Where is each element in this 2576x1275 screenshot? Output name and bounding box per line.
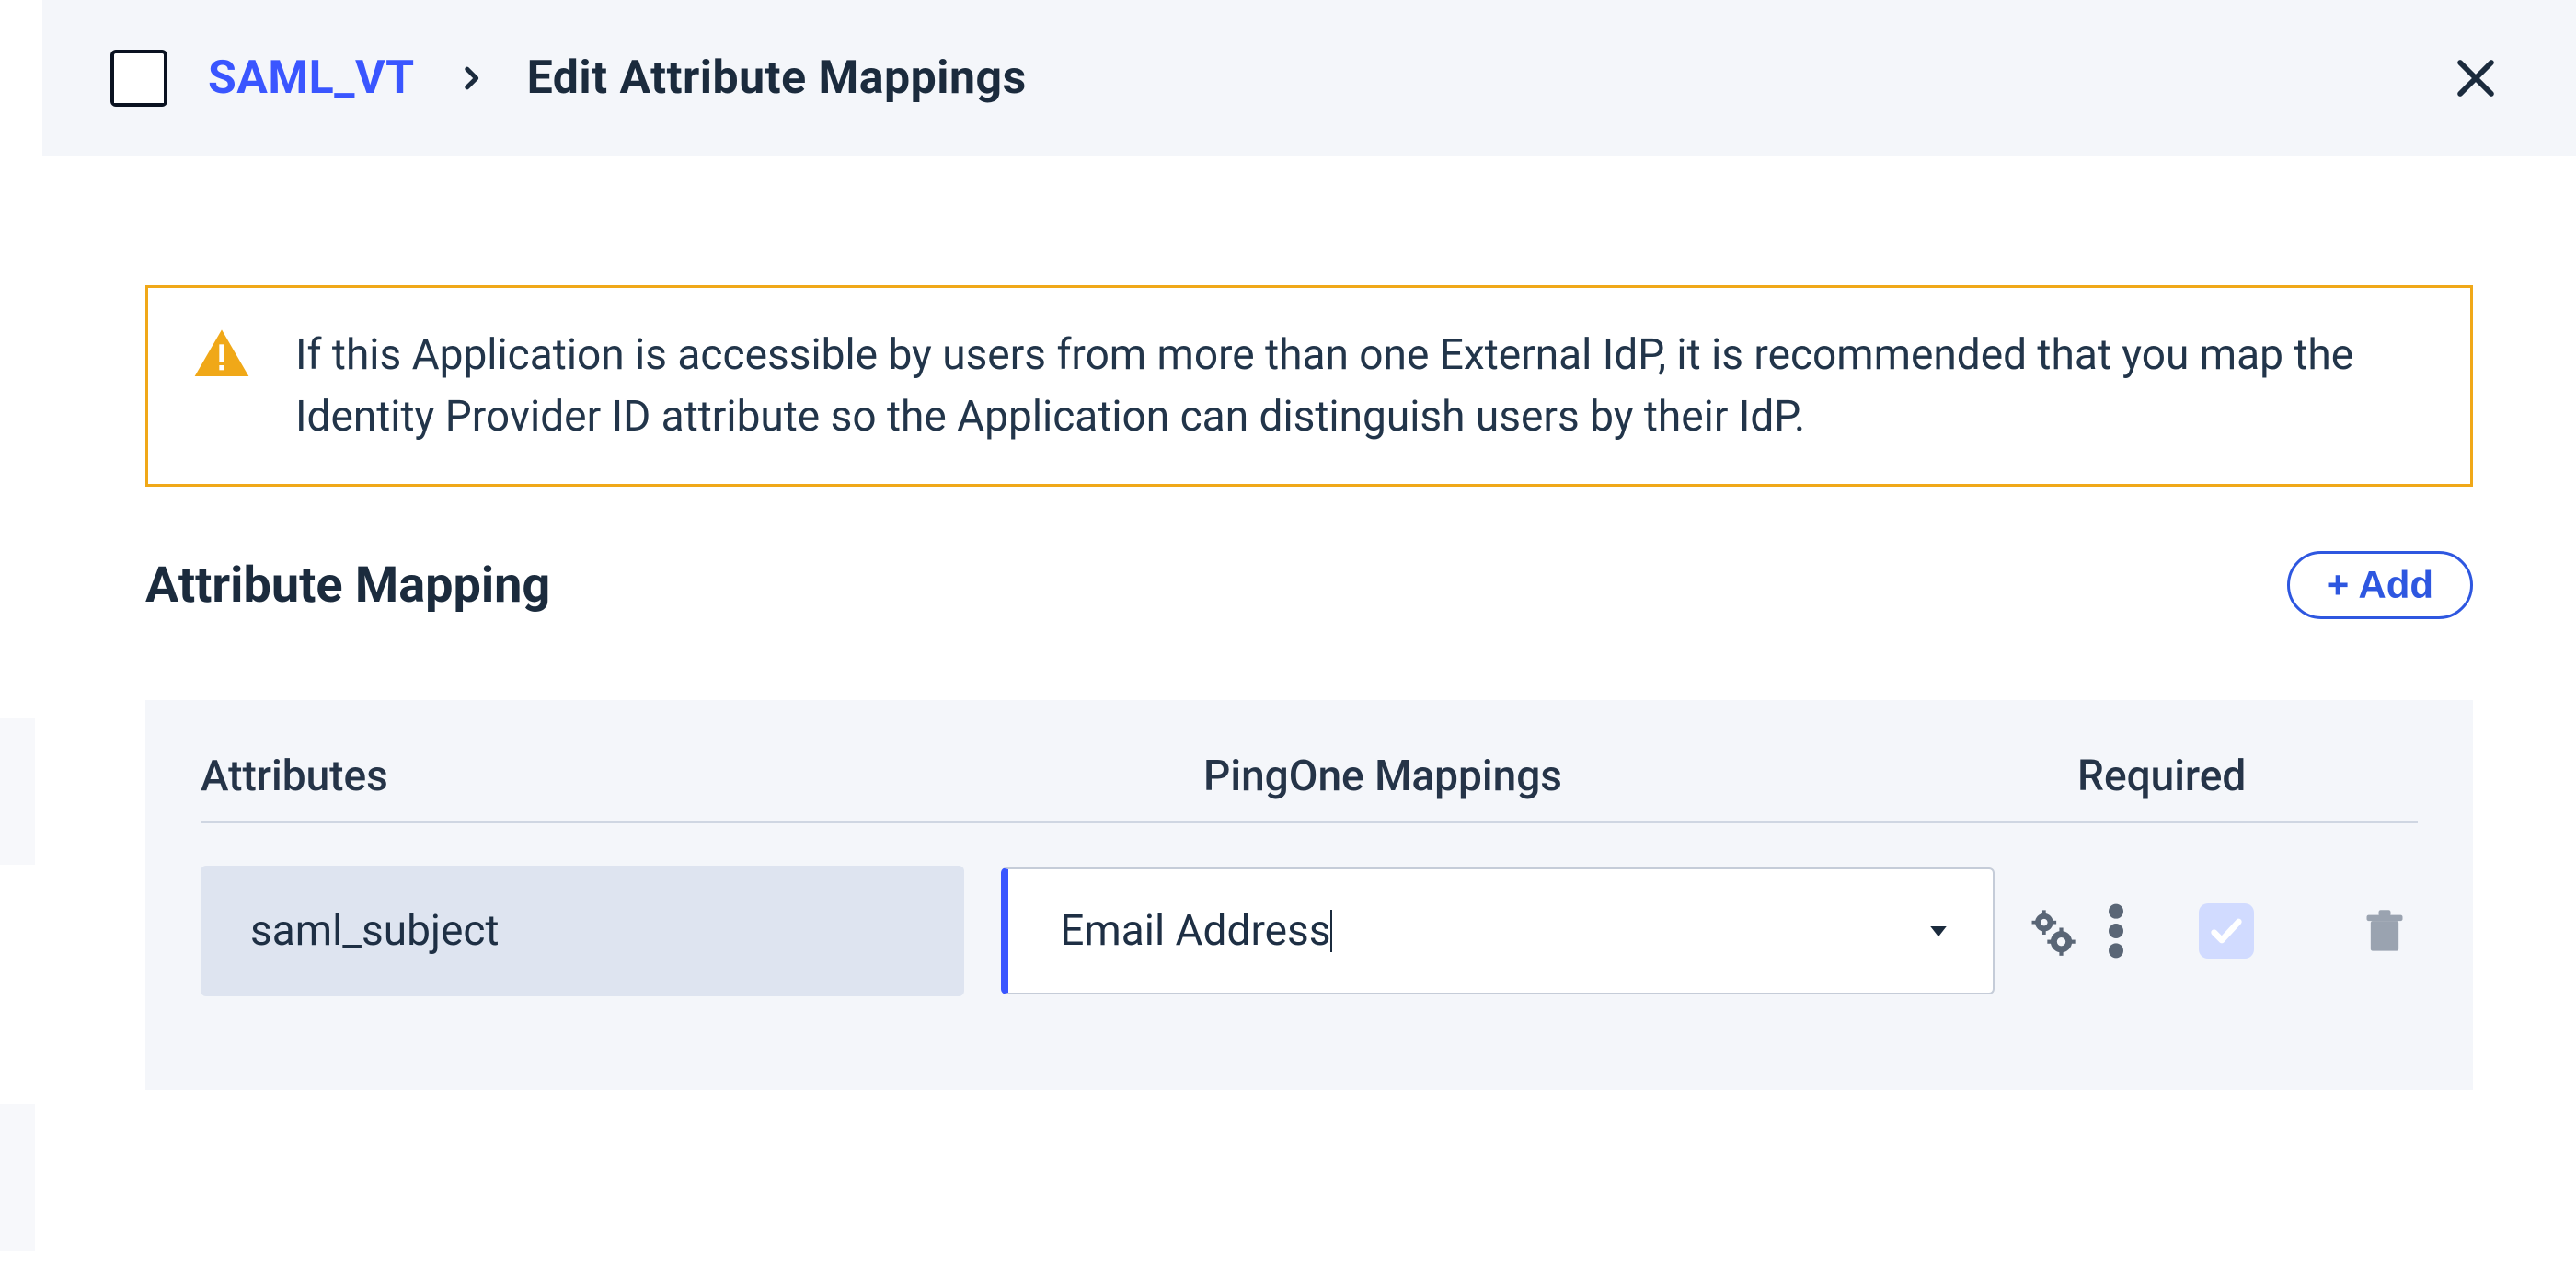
attribute-mapping-table: Attributes PingOne Mappings Required sam… <box>145 700 2473 1090</box>
table-row: saml_subject Email Address <box>201 866 2418 996</box>
column-header-required: Required <box>2068 752 2418 801</box>
left-gutter <box>0 0 42 1090</box>
section-title: Attribute Mapping <box>145 557 550 615</box>
advanced-settings-button[interactable] <box>2026 905 2077 957</box>
warning-triangle-icon <box>192 325 251 384</box>
page-header: SAML_VT Edit Attribute Mappings <box>42 0 2576 156</box>
application-icon <box>110 50 167 107</box>
column-header-attributes: Attributes <box>201 752 1203 801</box>
chevron-right-icon <box>455 63 487 94</box>
caret-down-icon <box>1925 906 1952 956</box>
column-header-mappings: PingOne Mappings <box>1203 752 2068 801</box>
pingone-mapping-select[interactable]: Email Address <box>1001 867 1995 994</box>
breadcrumb-app-link[interactable]: SAML_VT <box>208 52 415 105</box>
required-checkbox[interactable] <box>2199 903 2254 959</box>
pingone-mapping-value: Email Address <box>1060 906 1330 956</box>
warning-alert-text: If this Application is accessible by use… <box>295 325 2426 447</box>
close-button[interactable] <box>2449 52 2502 105</box>
add-attribute-button[interactable]: + Add <box>2287 551 2473 619</box>
page-title: Edit Attribute Mappings <box>527 52 1027 105</box>
attribute-name-field[interactable]: saml_subject <box>201 866 964 996</box>
row-more-button[interactable] <box>2109 902 2123 960</box>
warning-alert: If this Application is accessible by use… <box>145 285 2473 487</box>
breadcrumb: SAML_VT Edit Attribute Mappings <box>110 50 1027 107</box>
delete-row-button[interactable] <box>2361 907 2409 955</box>
table-header-row: Attributes PingOne Mappings Required <box>201 752 2418 823</box>
